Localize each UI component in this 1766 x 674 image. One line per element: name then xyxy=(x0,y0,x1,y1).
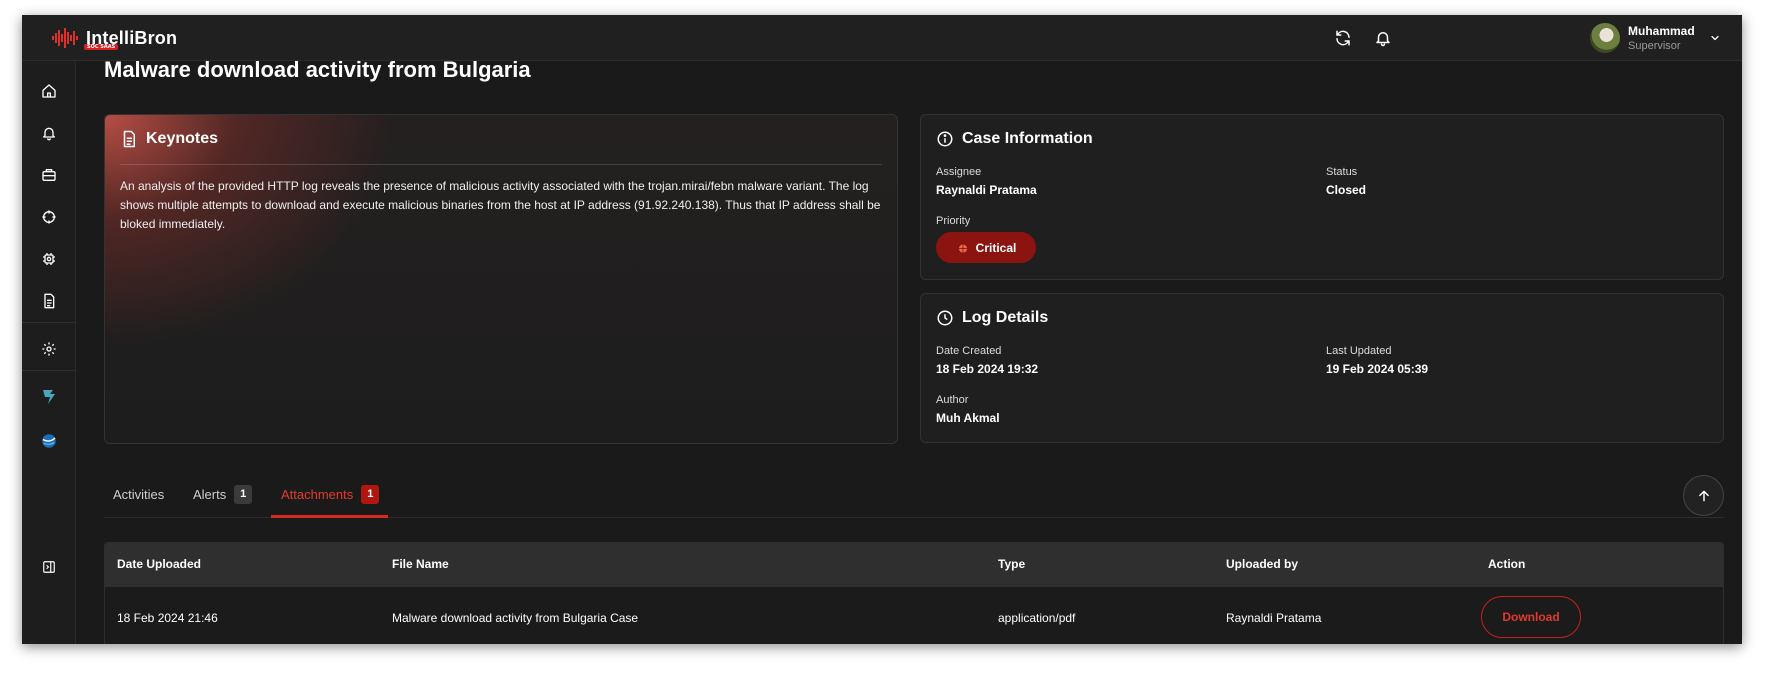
priority-value: Critical xyxy=(975,240,1017,255)
chip-icon[interactable] xyxy=(37,247,61,271)
refresh-icon[interactable] xyxy=(1332,27,1354,49)
sidebar xyxy=(22,61,76,644)
alert-bell-icon[interactable] xyxy=(37,121,61,145)
notification-bell-icon[interactable] xyxy=(1372,27,1394,49)
page-title: Malware download activity from Bulgaria xyxy=(104,57,531,82)
home-icon[interactable] xyxy=(37,79,61,103)
user-name: Muhammad xyxy=(1628,24,1695,38)
log-details-card: Log Details Date Created 18 Feb 2024 19:… xyxy=(920,293,1724,443)
user-role: Supervisor xyxy=(1628,40,1681,52)
file-name-cell[interactable]: Malware download activity from Bulgaria … xyxy=(392,611,638,625)
column-header: File Name xyxy=(392,557,449,571)
tab-label: Attachments xyxy=(281,486,354,502)
chevron-down-icon[interactable] xyxy=(1709,32,1721,44)
integration-globe-icon[interactable] xyxy=(37,429,61,453)
author-value: Muh Akmal xyxy=(936,411,1000,425)
tab-label: Alerts xyxy=(193,486,227,502)
document-icon xyxy=(120,130,138,148)
top-bar: IntelliBron SOC SAAS Muhammad Supervisor xyxy=(22,15,1742,61)
date-created-value: 18 Feb 2024 19:32 xyxy=(936,362,1039,376)
user-menu[interactable]: Muhammad Supervisor xyxy=(1590,19,1730,57)
assignee-label: Assignee xyxy=(936,166,982,178)
date-uploaded-cell: 18 Feb 2024 21:46 xyxy=(117,611,218,625)
attachments-table: Date Uploaded File Name Type Uploaded by… xyxy=(104,542,1724,644)
tab-label: Activities xyxy=(113,486,165,502)
last-updated-label: Last Updated xyxy=(1326,345,1392,357)
keynotes-header: Keynotes xyxy=(120,130,218,148)
uploaded-by-cell: Raynaldi Pratama xyxy=(1226,611,1322,625)
document-icon[interactable] xyxy=(37,289,61,313)
column-header: Uploaded by xyxy=(1226,557,1299,571)
tab-attachments[interactable]: Attachments 1 xyxy=(281,470,380,518)
type-cell: application/pdf xyxy=(998,611,1076,625)
briefcase-icon[interactable] xyxy=(37,163,61,187)
keynotes-divider xyxy=(120,164,882,165)
date-created-label: Date Created xyxy=(936,345,1002,357)
download-button[interactable]: Download xyxy=(1481,596,1581,638)
tab-activities[interactable]: Activities xyxy=(113,470,164,518)
sidebar-divider xyxy=(22,370,76,371)
active-tab-indicator xyxy=(271,515,388,518)
case-information-card: Case Information Assignee Raynaldi Prata… xyxy=(920,114,1724,280)
integration-logo-icon[interactable] xyxy=(37,385,61,409)
arrow-up-icon xyxy=(1697,489,1711,503)
tab-count-badge: 1 xyxy=(361,484,380,504)
author-label: Author xyxy=(936,394,969,406)
keynotes-card: Keynotes An analysis of the provided HTT… xyxy=(104,114,898,444)
info-icon xyxy=(936,130,954,148)
last-updated-value: 19 Feb 2024 05:39 xyxy=(1326,362,1429,376)
keynotes-text: An analysis of the provided HTTP log rev… xyxy=(120,179,881,231)
critical-bug-icon xyxy=(956,241,970,255)
crosshair-icon[interactable] xyxy=(37,205,61,229)
collapse-sidebar-icon[interactable] xyxy=(37,555,61,579)
case-information-title: Case Information xyxy=(962,130,1093,147)
clock-icon xyxy=(936,309,954,327)
user-info: Muhammad Supervisor xyxy=(1628,24,1695,52)
tab-alerts[interactable]: Alerts 1 xyxy=(193,470,253,518)
column-header: Action xyxy=(1488,557,1526,571)
status-value: Closed xyxy=(1326,183,1367,197)
scroll-to-top-button[interactable] xyxy=(1683,475,1724,516)
settings-gear-icon[interactable] xyxy=(37,337,61,361)
priority-badge: Critical xyxy=(936,232,1036,263)
log-details-header: Log Details xyxy=(936,309,1048,327)
logo-wave-icon xyxy=(52,27,80,49)
avatar xyxy=(1590,23,1620,53)
logo-tag: SOC SAAS xyxy=(84,44,119,50)
priority-label: Priority xyxy=(936,215,971,227)
column-header: Date Uploaded xyxy=(117,557,202,571)
sidebar-divider xyxy=(22,322,76,323)
app-logo[interactable]: IntelliBron SOC SAAS xyxy=(52,24,177,52)
table-row: 18 Feb 2024 21:46 Malware download activ… xyxy=(105,587,1723,644)
detail-tabs: Activities Alerts 1 Attachments 1 xyxy=(104,470,1724,518)
case-information-header: Case Information xyxy=(936,130,1093,148)
tab-count-badge: 1 xyxy=(234,484,253,504)
column-header: Type xyxy=(998,557,1026,571)
status-label: Status xyxy=(1326,166,1358,178)
log-details-title: Log Details xyxy=(962,309,1049,326)
app-window: IntelliBron SOC SAAS Muhammad Supervisor xyxy=(22,15,1742,644)
table-header: Date Uploaded File Name Type Uploaded by… xyxy=(105,543,1723,587)
keynotes-title: Keynotes xyxy=(146,130,219,147)
assignee-value: Raynaldi Pratama xyxy=(936,183,1037,197)
